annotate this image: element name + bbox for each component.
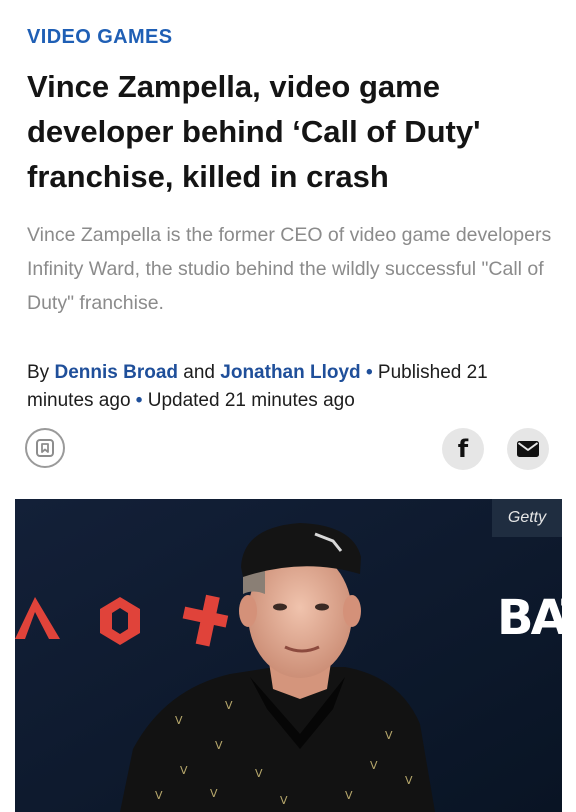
author-link-2[interactable]: Jonathan Lloyd <box>220 362 360 383</box>
svg-text:ⴸ: ⴸ <box>255 767 263 780</box>
svg-text:ⴸ: ⴸ <box>155 789 163 802</box>
byline-prefix: By <box>27 362 50 383</box>
category-label[interactable]: VIDEO GAMES <box>27 26 173 49</box>
backdrop-text: BAT <box>497 590 562 646</box>
bookmark-icon <box>36 439 54 457</box>
svg-text:ⴸ: ⴸ <box>215 739 223 752</box>
save-button[interactable] <box>25 428 65 468</box>
photo-illustration: BAT <box>15 499 562 812</box>
svg-text:ⴸ: ⴸ <box>180 764 188 777</box>
article-actions: f <box>25 428 550 472</box>
svg-text:ⴸ: ⴸ <box>210 787 218 800</box>
updated-time: Updated 21 minutes ago <box>147 390 355 411</box>
byline-separator: • <box>365 362 373 383</box>
facebook-share-button[interactable]: f <box>442 428 484 470</box>
author-link-1[interactable]: Dennis Broad <box>54 362 178 383</box>
svg-text:ⴸ: ⴸ <box>370 759 378 772</box>
svg-text:ⴸ: ⴸ <box>405 774 413 787</box>
byline-conjunction: and <box>183 362 215 383</box>
svg-text:ⴸ: ⴸ <box>175 714 183 727</box>
article-photo[interactable]: BAT <box>15 499 562 812</box>
svg-text:ⴸ: ⴸ <box>345 789 353 802</box>
article-dek: Vince Zampella is the former CEO of vide… <box>27 224 552 314</box>
article-page: VIDEO GAMES Vince Zampella, video game d… <box>0 0 576 812</box>
facebook-icon: f <box>457 435 469 463</box>
email-share-button[interactable] <box>507 428 549 470</box>
svg-text:ⴸ: ⴸ <box>225 699 233 712</box>
byline: By Dennis Broad and Jonathan Lloyd • Pub… <box>27 359 547 415</box>
photo-credit: Getty <box>492 499 562 537</box>
byline-separator: • <box>135 390 143 411</box>
headline: Vince Zampella, video game developer beh… <box>27 69 481 194</box>
svg-text:ⴸ: ⴸ <box>280 794 288 807</box>
svg-text:ⴸ: ⴸ <box>385 729 393 742</box>
mail-icon <box>517 441 539 457</box>
